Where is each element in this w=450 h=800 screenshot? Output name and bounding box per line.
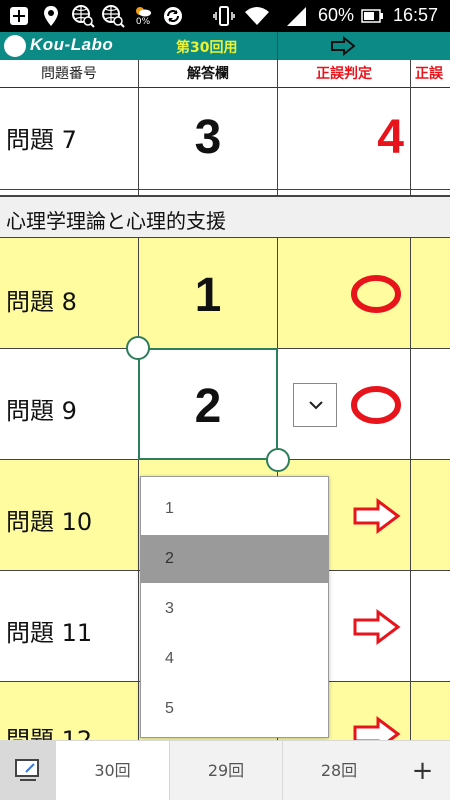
question-label: 問題 11	[6, 619, 93, 647]
signal-icon	[284, 4, 308, 28]
judgement-value: 4	[377, 111, 404, 164]
col-judgement-cut: 正誤	[415, 66, 443, 82]
answer-cell[interactable]: 3	[139, 110, 277, 165]
edition-label: 第30回用	[176, 40, 238, 56]
table-row: 問題 8 1	[0, 238, 450, 349]
section-title: 心理学理論と心理的支援	[6, 209, 226, 233]
weather-percent: 0%	[135, 17, 151, 27]
question-label: 問題 10	[6, 508, 93, 536]
selection-handle[interactable]	[266, 448, 290, 472]
status-bar: 0% 60% 16:57	[0, 0, 450, 32]
location-pin-icon	[40, 4, 62, 28]
dropdown-option-selected[interactable]: 2	[141, 535, 328, 583]
add-icon	[8, 4, 30, 28]
chevron-down-icon	[309, 401, 323, 410]
battery-percent: 60%	[318, 5, 355, 25]
answer-dropdown: 1 2 3 4 5	[140, 476, 329, 738]
sheet-tab-bar: 30回 29回 28回 +	[0, 740, 450, 800]
column-header-row: 問題番号 解答欄 正誤判定 正誤	[0, 60, 450, 88]
answer-cell[interactable]: 1	[139, 268, 277, 323]
right-arrow-outline-icon[interactable]	[352, 498, 402, 538]
selection-handle[interactable]	[126, 336, 150, 360]
dropdown-option[interactable]: 4	[141, 635, 328, 683]
correct-circle-icon	[350, 274, 402, 318]
col-answer: 解答欄	[187, 66, 229, 82]
col-judgement: 正誤判定	[316, 66, 372, 82]
question-label: 問題 8	[6, 288, 77, 316]
weather-icon: 0%	[132, 4, 154, 28]
dropdown-toggle-button[interactable]	[293, 383, 337, 427]
tab-28[interactable]: 28回	[283, 741, 395, 800]
globe-search-icon	[100, 4, 126, 28]
grid-line	[410, 60, 411, 740]
section-band: 心理学理論と心理的支援	[0, 196, 450, 238]
sheet-list-icon	[15, 759, 39, 781]
globe-search-icon	[70, 4, 96, 28]
col-question-no: 問題番号	[41, 66, 97, 82]
clock: 16:57	[393, 5, 439, 25]
dropdown-option[interactable]: 5	[141, 685, 328, 733]
header-divider	[277, 32, 278, 60]
app-name: Kou-Labo	[30, 35, 114, 54]
sheet-list-button[interactable]	[0, 741, 56, 800]
vibrate-icon	[212, 4, 236, 28]
wifi-icon	[242, 4, 272, 28]
add-sheet-button[interactable]: +	[395, 741, 450, 800]
table-row: 問題 7 3 4	[0, 88, 450, 190]
app-header: Kou-Labo 第30回用	[0, 32, 450, 60]
sync-icon	[162, 4, 184, 28]
selected-cell-outline[interactable]	[138, 348, 278, 460]
battery-icon	[360, 4, 384, 28]
question-label: 問題 9	[6, 397, 77, 425]
tab-30[interactable]: 30回	[56, 741, 169, 800]
dropdown-option[interactable]: 1	[141, 485, 328, 533]
right-arrow-icon[interactable]	[330, 35, 356, 60]
app-logo-icon	[4, 35, 26, 57]
correct-circle-icon	[350, 385, 402, 429]
dropdown-option[interactable]: 3	[141, 585, 328, 633]
tab-29[interactable]: 29回	[170, 741, 282, 800]
question-label: 問題 7	[6, 126, 77, 154]
right-arrow-outline-icon[interactable]	[352, 609, 402, 649]
